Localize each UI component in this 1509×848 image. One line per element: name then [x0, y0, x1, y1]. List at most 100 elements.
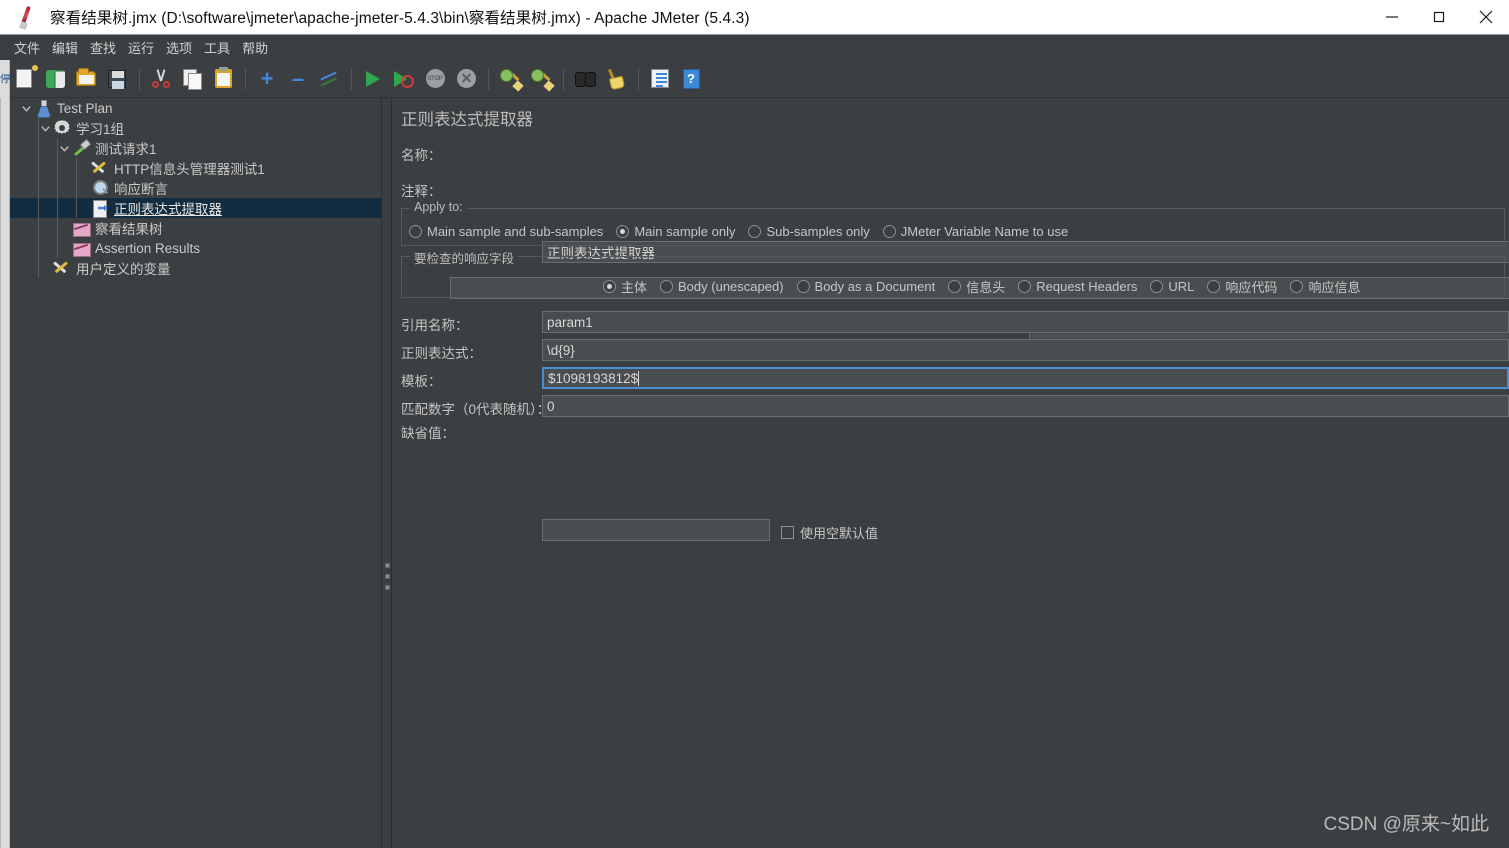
apply-to-option-0[interactable]: Main sample and sub-samples — [409, 224, 603, 239]
radio-button[interactable] — [748, 225, 762, 238]
title-bar: 察看结果树.jmx (D:\software\jmeter\apache-jme… — [0, 0, 1509, 35]
field-to-check-option-3[interactable]: 信息头 — [948, 277, 1005, 296]
radio-button[interactable] — [796, 280, 810, 293]
radio-button[interactable] — [603, 280, 616, 293]
field-to-check-options[interactable]: 主体 Body (unescaped) Body as a Document 信息头 R… — [603, 277, 1373, 296]
use-empty-default-label: 使用空默认值 — [800, 526, 879, 541]
tree-node-1[interactable]: 学习1组 — [10, 118, 381, 138]
toolbar-cut-icon[interactable] — [147, 65, 175, 93]
toolbar-open-icon[interactable] — [72, 65, 100, 93]
test-plan-icon — [34, 99, 52, 117]
field-to-check-option-7[interactable]: 响应信息 — [1290, 277, 1360, 296]
menu-item-4[interactable]: 选项 — [160, 36, 198, 59]
radio-button[interactable] — [882, 225, 896, 238]
toolbar-collapse-all-icon[interactable]: – — [284, 65, 312, 93]
field-to-check-option-label: Request Headers — [1036, 279, 1138, 294]
menu-item-1[interactable]: 编辑 — [46, 36, 84, 59]
toolbar-paste-icon[interactable] — [209, 65, 237, 93]
radio-button[interactable] — [1207, 280, 1221, 293]
menu-item-6[interactable]: 帮助 — [236, 36, 274, 59]
panel-splitter[interactable] — [382, 98, 392, 848]
toolbar-copy-icon[interactable] — [178, 65, 206, 93]
menu-bar: 文件 编辑 查找 运行 选项 工具 帮助 — [0, 35, 1509, 60]
field-to-check-option-0[interactable]: 主体 — [603, 277, 647, 296]
start-icon — [366, 70, 380, 87]
extractor-field-label-2: 模板： — [401, 374, 442, 389]
close-button[interactable] — [1462, 0, 1509, 34]
toolbar-clear-all-icon[interactable] — [527, 65, 555, 93]
toolbar-start-no-pauses-icon[interactable] — [390, 65, 418, 93]
field-to-check-option-label: 主体 — [621, 280, 648, 295]
user-variables-icon — [53, 259, 71, 277]
extractor-field-input-3[interactable]: 0 — [542, 395, 1509, 417]
field-to-check-option-label: Body as a Document — [814, 279, 936, 294]
expand-all-icon: + — [260, 65, 274, 91]
extractor-field-input-2[interactable]: $1098193812$ — [542, 367, 1509, 389]
apply-to-option-1[interactable]: Main sample only — [616, 224, 735, 239]
chevron-down-icon[interactable] — [18, 100, 34, 116]
toolbar-toggle-icon[interactable] — [315, 65, 343, 93]
tree-node-8[interactable]: 用户定义的变量 — [10, 258, 381, 278]
extractor-field-input-1[interactable]: \d{9} — [542, 339, 1509, 361]
tree-node-5[interactable]: 正则表达式提取器 — [10, 198, 381, 218]
test-plan-tree[interactable]: Test Plan 学习1组 测试请求1 HTTP信息头管理器测试1 响应断言 正则表达式… — [10, 98, 382, 848]
menu-item-2[interactable]: 查找 — [84, 36, 122, 59]
minimize-button[interactable] — [1368, 0, 1415, 34]
field-to-check-option-label: 响应信息 — [1308, 280, 1361, 295]
chevron-down-icon[interactable] — [37, 120, 53, 136]
field-to-check-option-4[interactable]: Request Headers — [1018, 279, 1137, 294]
toolbar-expand-all-icon[interactable]: + — [253, 65, 281, 93]
chevron-down-icon[interactable] — [56, 140, 72, 156]
radio-button[interactable] — [409, 225, 422, 238]
maximize-button[interactable] — [1415, 0, 1462, 34]
extractor-field-input-0[interactable]: param1 — [542, 311, 1509, 333]
menu-item-3[interactable]: 运行 — [122, 36, 160, 59]
new-icon — [16, 69, 32, 88]
radio-button[interactable] — [1290, 280, 1304, 293]
extractor-field-label-0: 引用名称： — [401, 318, 469, 333]
tree-node-7[interactable]: Assertion Results — [10, 238, 381, 258]
toolbar-save-icon[interactable] — [103, 65, 131, 93]
extractor-field-label-3: 匹配数字（0代表随机）： — [401, 402, 551, 417]
toolbar-start-icon[interactable] — [359, 65, 387, 93]
radio-button[interactable] — [660, 280, 674, 293]
tree-node-3[interactable]: HTTP信息头管理器测试1 — [10, 158, 381, 178]
checkbox-box[interactable] — [781, 526, 794, 539]
toolbar-stop-icon[interactable]: STOP — [421, 65, 449, 93]
menu-item-5[interactable]: 工具 — [198, 36, 236, 59]
field-to-check-option-5[interactable]: URL — [1150, 279, 1194, 294]
field-to-check-option-1[interactable]: Body (unescaped) — [660, 279, 784, 294]
use-empty-default-checkbox[interactable]: 使用空默认值 — [781, 523, 878, 542]
start-no-pauses-icon — [394, 70, 414, 88]
radio-button[interactable] — [1018, 280, 1032, 293]
toolbar-reset-search-icon[interactable] — [602, 65, 630, 93]
radio-button[interactable] — [1150, 280, 1164, 293]
radio-button[interactable] — [948, 280, 962, 293]
tree-node-0[interactable]: Test Plan — [10, 98, 381, 118]
tree-node-6[interactable]: 察看结果树 — [10, 218, 381, 238]
tree-node-2[interactable]: 测试请求1 — [10, 138, 381, 158]
toolbar-templates-icon[interactable] — [41, 65, 69, 93]
header-manager-icon — [91, 159, 109, 177]
toolbar-new-icon[interactable] — [10, 65, 38, 93]
apply-to-option-2[interactable]: Sub-samples only — [748, 224, 870, 239]
comment-label: 注释： — [401, 184, 442, 199]
apply-to-option-3[interactable]: JMeter Variable Name to use — [882, 224, 1068, 239]
paste-icon — [214, 67, 232, 88]
toolbar-clear-icon[interactable] — [496, 65, 524, 93]
apply-to-options[interactable]: Main sample and sub-samples Main sample o… — [409, 224, 1081, 239]
field-to-check-option-2[interactable]: Body as a Document — [796, 279, 936, 294]
toolbar-search-icon[interactable] — [571, 65, 599, 93]
copy-icon — [182, 69, 202, 90]
radio-button[interactable] — [616, 225, 630, 238]
toolbar-help-icon[interactable]: ? — [677, 65, 705, 93]
toolbar-function-helper-icon[interactable] — [646, 65, 674, 93]
default-value-input[interactable] — [542, 519, 770, 541]
tree-node-4[interactable]: 响应断言 — [10, 178, 381, 198]
jmeter-window: 察看结果树.jmx (D:\software\jmeter\apache-jme… — [0, 0, 1509, 848]
toolbar-shutdown-icon[interactable] — [452, 65, 480, 93]
field-to-check-option-6[interactable]: 响应代码 — [1207, 277, 1277, 296]
splitter-grip[interactable] — [385, 563, 390, 590]
menu-item-0[interactable]: 文件 — [8, 36, 46, 59]
view-results-tree-icon — [72, 219, 91, 237]
